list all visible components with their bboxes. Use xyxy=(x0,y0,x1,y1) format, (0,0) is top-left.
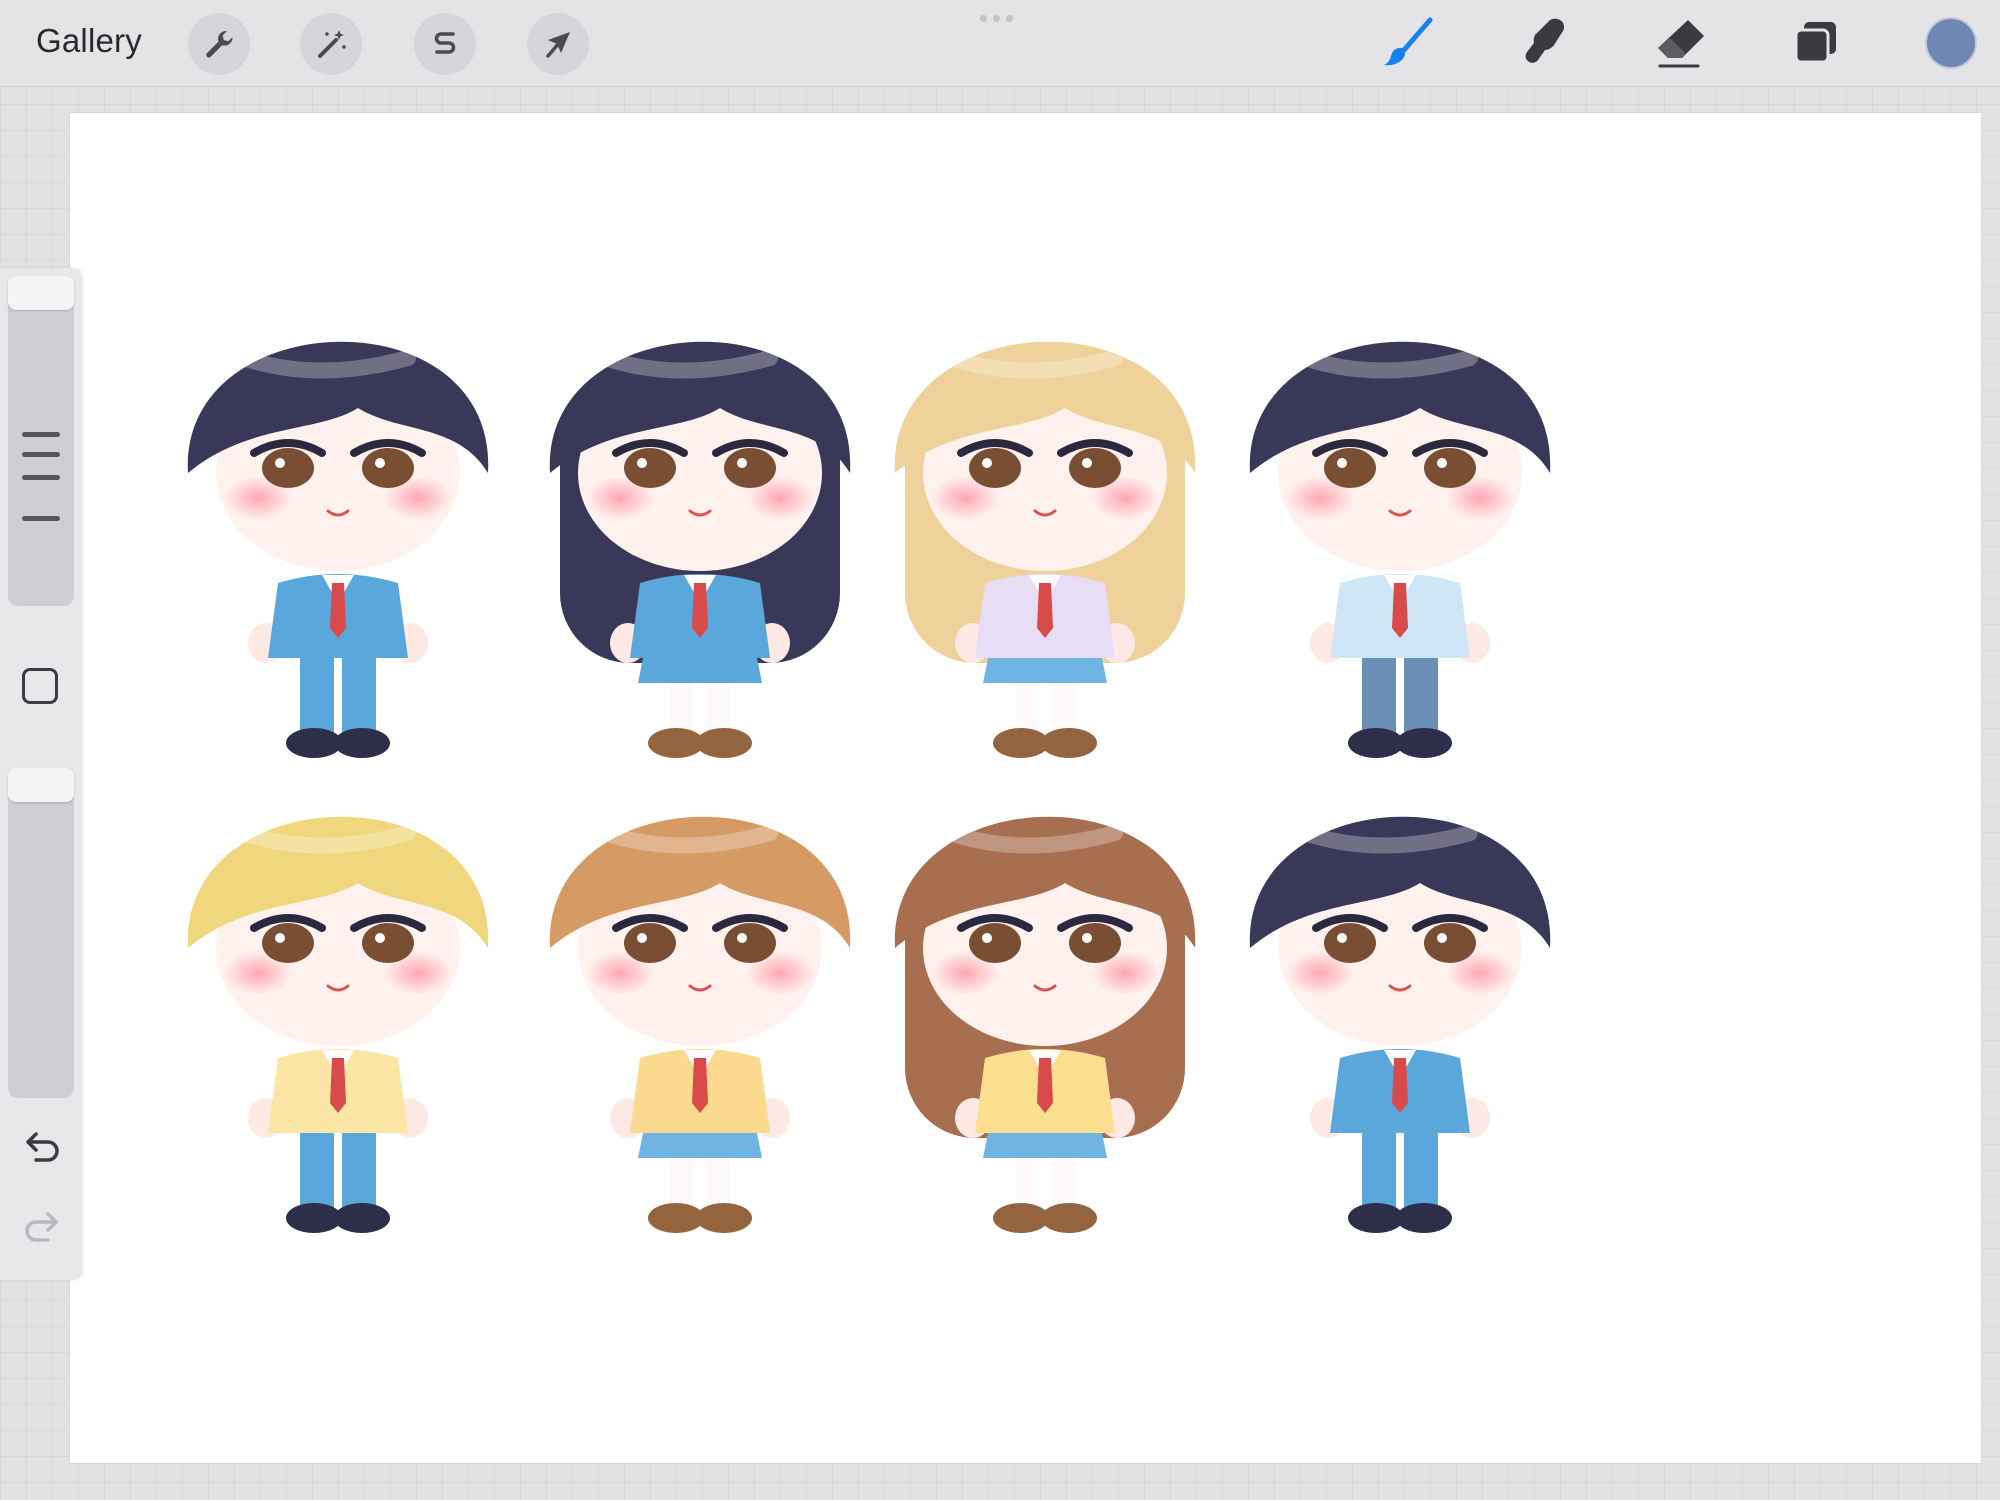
canvas-artwork xyxy=(187,341,1551,1233)
character-6 xyxy=(549,816,851,1233)
character-4 xyxy=(1249,341,1551,758)
redo-icon xyxy=(25,1212,58,1242)
top-toolbar: Gallery xyxy=(0,0,2000,87)
layers-tool-button[interactable] xyxy=(1784,12,1848,76)
layers-icon xyxy=(1794,22,1836,64)
selection-button[interactable] xyxy=(414,13,476,75)
character-5 xyxy=(187,816,489,1233)
character-7 xyxy=(894,816,1196,1233)
redo-button[interactable] xyxy=(20,1208,64,1248)
brush-opacity-thumb[interactable] xyxy=(8,768,74,802)
brush-opacity-slider[interactable] xyxy=(8,768,74,1098)
brush-size-thumb[interactable] xyxy=(8,276,74,310)
brush-icon xyxy=(1384,17,1433,66)
transform-button[interactable] xyxy=(527,13,589,75)
wrench-icon xyxy=(206,31,233,58)
smudge-finger-icon xyxy=(1525,18,1564,63)
character-3 xyxy=(894,341,1196,758)
modify-button[interactable] xyxy=(22,668,58,704)
eraser-icon xyxy=(1658,20,1704,68)
character-8 xyxy=(1249,816,1551,1233)
selection-s-icon xyxy=(434,32,456,54)
drawing-canvas[interactable] xyxy=(70,113,1981,1463)
eraser-tool-button[interactable] xyxy=(1648,12,1712,76)
left-sidebar xyxy=(0,268,82,1280)
actions-button[interactable] xyxy=(188,13,250,75)
gallery-button[interactable]: Gallery xyxy=(36,22,142,60)
brush-size-slider[interactable] xyxy=(8,276,74,606)
color-picker-button[interactable] xyxy=(1925,17,1977,69)
toolbar-grabber[interactable] xyxy=(980,15,1013,22)
undo-icon xyxy=(26,1132,59,1162)
brush-tool-button[interactable] xyxy=(1376,12,1440,76)
adjustments-button[interactable] xyxy=(300,13,362,75)
character-2 xyxy=(549,341,851,758)
character-1 xyxy=(187,341,489,758)
undo-button[interactable] xyxy=(20,1128,64,1168)
smudge-tool-button[interactable] xyxy=(1512,12,1576,76)
arrow-cursor-icon xyxy=(546,32,570,58)
magic-wand-icon xyxy=(318,30,346,58)
